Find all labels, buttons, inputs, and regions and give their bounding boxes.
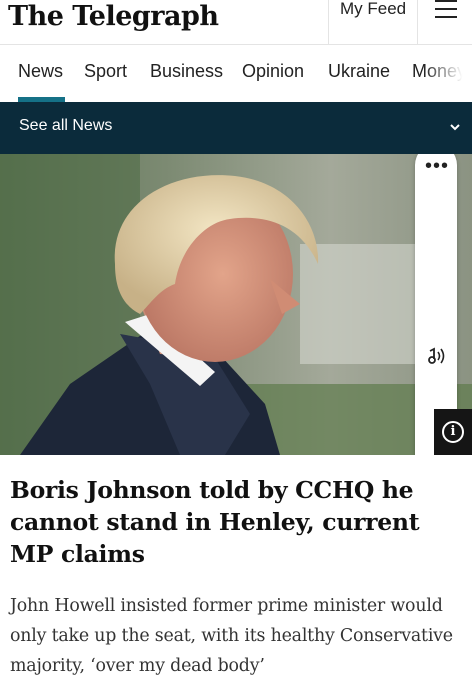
- tab-sport[interactable]: Sport: [84, 61, 127, 82]
- site-header: The Telegraph My Feed: [0, 0, 472, 45]
- info-icon: i: [442, 421, 464, 443]
- tab-business[interactable]: Business: [150, 61, 223, 82]
- listen-audio-icon[interactable]: [424, 343, 450, 369]
- tab-news[interactable]: News: [18, 61, 63, 82]
- hero-photo: [0, 154, 472, 455]
- section-nav: News Sport Business Opinion Ukraine Mone…: [0, 46, 472, 102]
- telegraph-logo[interactable]: The Telegraph: [8, 1, 219, 32]
- hero-image[interactable]: ••• i: [0, 154, 472, 455]
- see-all-news-bar[interactable]: See all News: [0, 102, 472, 154]
- more-dots-icon[interactable]: •••: [425, 156, 449, 176]
- tab-ukraine[interactable]: Ukraine: [328, 61, 390, 82]
- tab-opinion[interactable]: Opinion: [242, 61, 304, 82]
- see-all-news-label: See all News: [19, 117, 113, 134]
- my-feed-label: My Feed: [340, 0, 407, 18]
- image-info-button[interactable]: i: [434, 409, 472, 455]
- article-standfirst: John Howell insisted former prime minist…: [10, 596, 453, 676]
- my-feed-button[interactable]: My Feed: [328, 0, 418, 45]
- article-headline[interactable]: Boris Johnson told by CCHQ he cannot sta…: [10, 474, 465, 570]
- tabs-fade-overlay: [424, 46, 472, 102]
- chevron-down-icon: [450, 124, 460, 131]
- hamburger-menu-icon[interactable]: [418, 0, 472, 45]
